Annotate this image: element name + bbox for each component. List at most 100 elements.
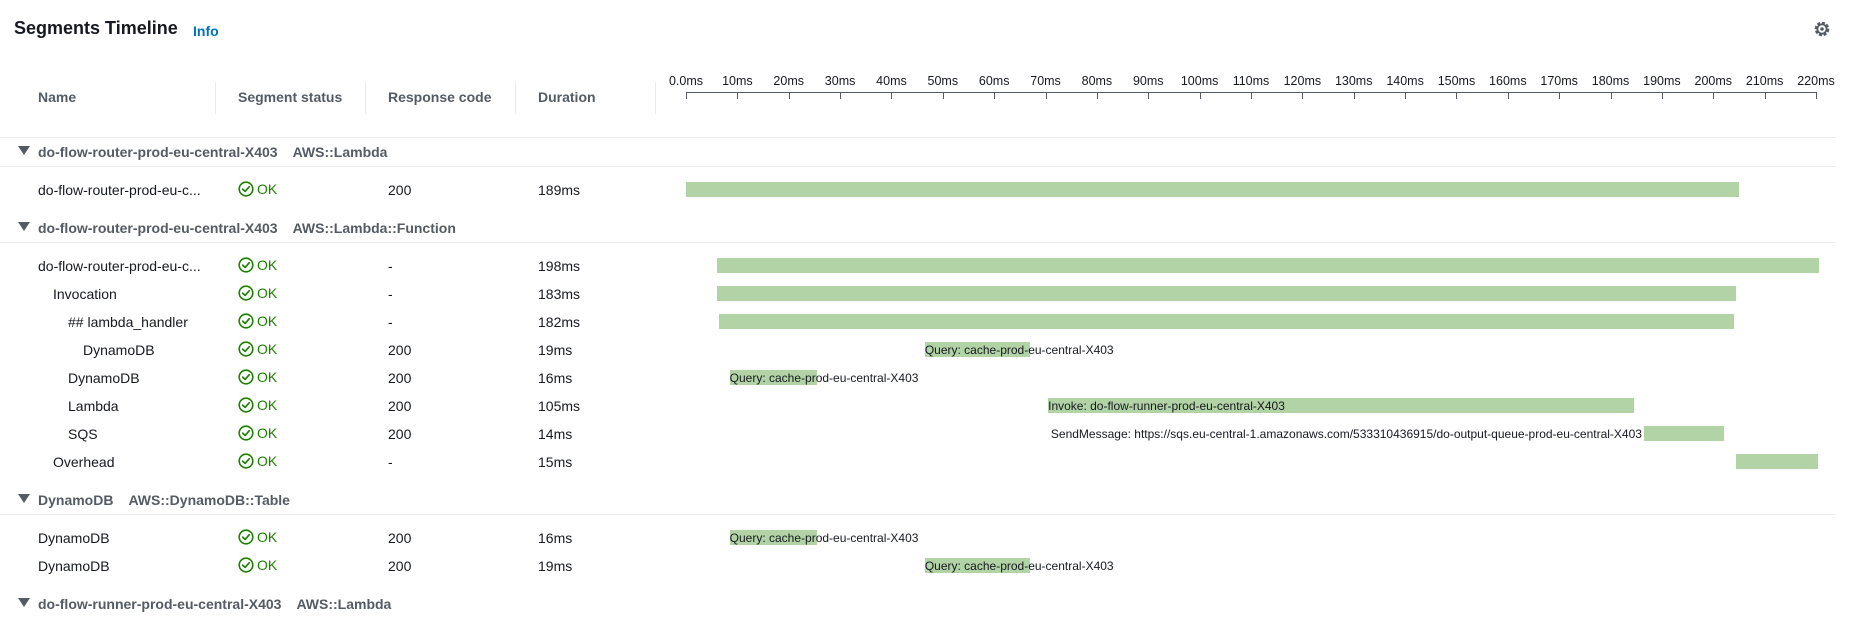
segment-name[interactable]: DynamoDB [68,370,140,386]
info-link[interactable]: Info [193,23,219,39]
timeline-axis-tick-label: 0.0ms [668,74,704,88]
caret-down-icon[interactable] [18,222,30,231]
gear-icon[interactable] [1812,19,1832,39]
timeline-bar[interactable] [716,258,1819,273]
status-ok: OK [238,529,277,545]
timeline-axis-tick [737,92,739,99]
status-text: OK [257,369,278,385]
column-header-response-code[interactable]: Response code [388,89,491,105]
group-name: do-flow-router-prod-eu-central-X403 [38,144,278,160]
timeline-bar-label: Query: cache-prod-eu-central-X403 [924,343,1114,357]
check-circle-icon [238,341,254,357]
group-type: AWS::Lambda::Function [292,220,456,236]
timeline-axis-tick-label: 70ms [1030,74,1061,88]
response-code: 200 [388,398,412,414]
segment-name[interactable]: DynamoDB [38,530,110,546]
duration: 16ms [538,530,573,546]
segment-row[interactable]: DynamoDB OK 200 16ms Query: cache-prod-eu-ce… [0,524,1836,552]
response-code: 200 [388,342,412,358]
timeline-axis: 0.0ms 10ms 20ms 30ms 40ms 50ms 60ms 70ms 80ms 90m… [669,74,1835,99]
timeline-axis-tick-label: 80ms [1081,74,1113,88]
timeline-axis-tick [1302,92,1304,99]
timeline-axis-tick-label: 140ms [1386,74,1424,88]
status-ok: OK [238,453,277,469]
group-row[interactable]: do-flow-runner-prod-eu-central-X403 AWS::… [0,590,1836,618]
status-ok: OK [238,257,277,273]
caret-down-icon[interactable] [18,598,30,607]
response-code: 200 [388,558,412,574]
duration: 16ms [538,370,573,386]
segment-row[interactable]: DynamoDB OK 200 16ms Query: cache-prod-eu-ce… [0,364,1836,392]
segment-name[interactable]: DynamoDB [38,558,110,574]
timeline-axis-tick-label: 130ms [1334,74,1373,88]
segment-name[interactable]: Invocation [53,286,117,302]
group-row[interactable]: do-flow-router-prod-eu-central-X403 AWS::… [0,138,1836,167]
duration: 189ms [538,182,581,198]
segment-row[interactable]: SQS OK 200 14ms SendMessage: https://sqs.eu-… [0,420,1836,448]
column-header-duration[interactable]: Duration [538,89,596,105]
timeline-axis-tick-label: 180ms [1591,74,1630,88]
segment-row[interactable]: do-flow-router-prod-eu-c... OK 200 189ms [0,176,1836,204]
timeline-axis-tick [1405,92,1407,99]
duration: 105ms [538,398,581,414]
duration: 182ms [538,314,581,330]
timeline-axis-tick-label: 210ms [1745,74,1784,88]
caret-down-icon[interactable] [18,494,30,503]
timeline-bar[interactable] [1736,454,1818,469]
duration: 14ms [538,426,573,442]
group-row[interactable]: DynamoDB AWS::DynamoDB::Table [0,486,1836,515]
segment-name[interactable]: do-flow-router-prod-eu-c... [38,182,201,198]
timeline-axis-tick [1148,92,1150,99]
column-header-name[interactable]: Name [38,89,76,105]
timeline-bar[interactable] [719,314,1734,329]
timeline-axis-tick-label: 50ms [927,74,959,88]
status-ok: OK [238,369,277,385]
timeline-axis-tick-label: 150ms [1437,74,1476,88]
column-divider[interactable] [365,82,366,114]
timeline-bar-label: SendMessage: https://sqs.eu-central-1.am… [1050,427,1642,441]
segment-row[interactable]: Invocation OK - 183ms [0,280,1836,308]
column-header-segment-status[interactable]: Segment status [238,89,342,105]
timeline-axis-tick-label: 190ms [1643,74,1681,88]
timeline-axis-tick [840,92,842,99]
segment-name[interactable]: Lambda [68,398,119,414]
group-row[interactable]: do-flow-router-prod-eu-central-X403 AWS::… [0,214,1836,243]
segment-row[interactable]: DynamoDB OK 200 19ms Query: cache-prod-eu-ce… [0,336,1836,364]
duration: 15ms [538,454,573,470]
caret-down-icon[interactable] [18,146,30,155]
timeline-axis-tick [1559,92,1561,99]
status-text: OK [257,397,278,413]
timeline-axis-tick-label: 40ms [876,74,907,88]
timeline-bar-label: Query: cache-prod-eu-central-X403 [924,559,1114,573]
segment-row[interactable]: DynamoDB OK 200 19ms Query: cache-prod-eu-ce… [0,552,1836,580]
timeline-axis-tick-label: 170ms [1540,74,1578,88]
status-text: OK [257,453,278,469]
segment-name[interactable]: do-flow-router-prod-eu-c... [38,258,201,274]
timeline-bar[interactable] [1643,426,1724,441]
timeline-bar[interactable] [686,182,1739,197]
timeline-bar-label: Query: cache-prod-eu-central-X403 [729,531,919,545]
column-divider[interactable] [215,82,216,114]
check-circle-icon [238,529,254,545]
timeline-axis-tick-label: 200ms [1694,74,1733,88]
segment-row[interactable]: do-flow-router-prod-eu-c... OK - 198ms [0,252,1836,280]
segment-row[interactable]: Lambda OK 200 105ms Invoke: do-flow-runner-p… [0,392,1836,420]
segment-row[interactable]: Overhead OK - 15ms [0,448,1836,476]
status-ok: OK [238,397,277,413]
column-divider[interactable] [655,82,656,114]
segment-row[interactable]: ## lambda_handler OK - 182ms [0,308,1836,336]
response-code: - [388,258,393,274]
timeline-axis-tick-label: 220ms [1797,74,1835,88]
timeline-bar[interactable] [716,286,1737,301]
segment-name[interactable]: DynamoDB [83,342,155,358]
timeline-axis-tick-label: 120ms [1283,74,1322,88]
segment-name[interactable]: ## lambda_handler [68,314,188,330]
status-text: OK [257,341,278,357]
timeline-axis-tick-label: 100ms [1180,74,1219,88]
segment-name[interactable]: SQS [68,426,98,442]
column-divider[interactable] [515,82,516,114]
timeline-axis-tick [1096,92,1098,99]
timeline-axis-tick-label: 30ms [824,74,856,88]
segment-name[interactable]: Overhead [53,454,114,470]
status-ok: OK [238,341,277,357]
